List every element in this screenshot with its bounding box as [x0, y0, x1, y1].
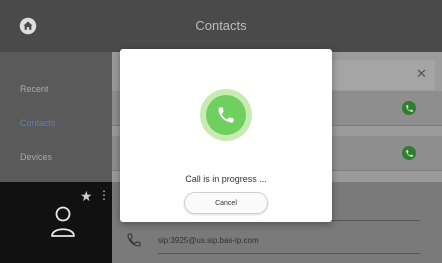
phone-icon	[405, 104, 413, 112]
call-status-text: Call is in progress ...	[185, 174, 267, 184]
call-dialog: Call is in progress ... Cancel	[120, 49, 332, 222]
call-button[interactable]	[402, 101, 416, 115]
page-title: Contacts	[195, 18, 247, 33]
clear-search-icon[interactable]: ✕	[416, 66, 427, 82]
kebab-icon[interactable]: ⋮	[98, 189, 110, 201]
sidebar	[0, 52, 112, 182]
profile-card: ★ ⋮	[0, 182, 112, 263]
call-indicator	[206, 95, 246, 135]
phone-icon	[127, 233, 141, 247]
phone-icon	[218, 107, 234, 123]
sidebar-item-devices[interactable]: Devices	[20, 152, 52, 162]
cancel-button[interactable]: Cancel	[184, 192, 268, 214]
divider	[158, 253, 420, 254]
app-window: Contacts Recent Contacts Devices ✕ sip:3…	[0, 0, 442, 263]
user-icon	[51, 206, 75, 237]
sidebar-item-contacts[interactable]: Contacts	[20, 118, 56, 128]
call-button[interactable]	[402, 146, 416, 160]
sidebar-item-recent[interactable]: Recent	[20, 84, 49, 94]
star-icon[interactable]: ★	[80, 188, 93, 205]
sip-address[interactable]: sip:3925@us.sip.bas-ip.com	[158, 236, 259, 245]
phone-icon	[405, 149, 413, 157]
top-bar: Contacts	[0, 0, 442, 52]
